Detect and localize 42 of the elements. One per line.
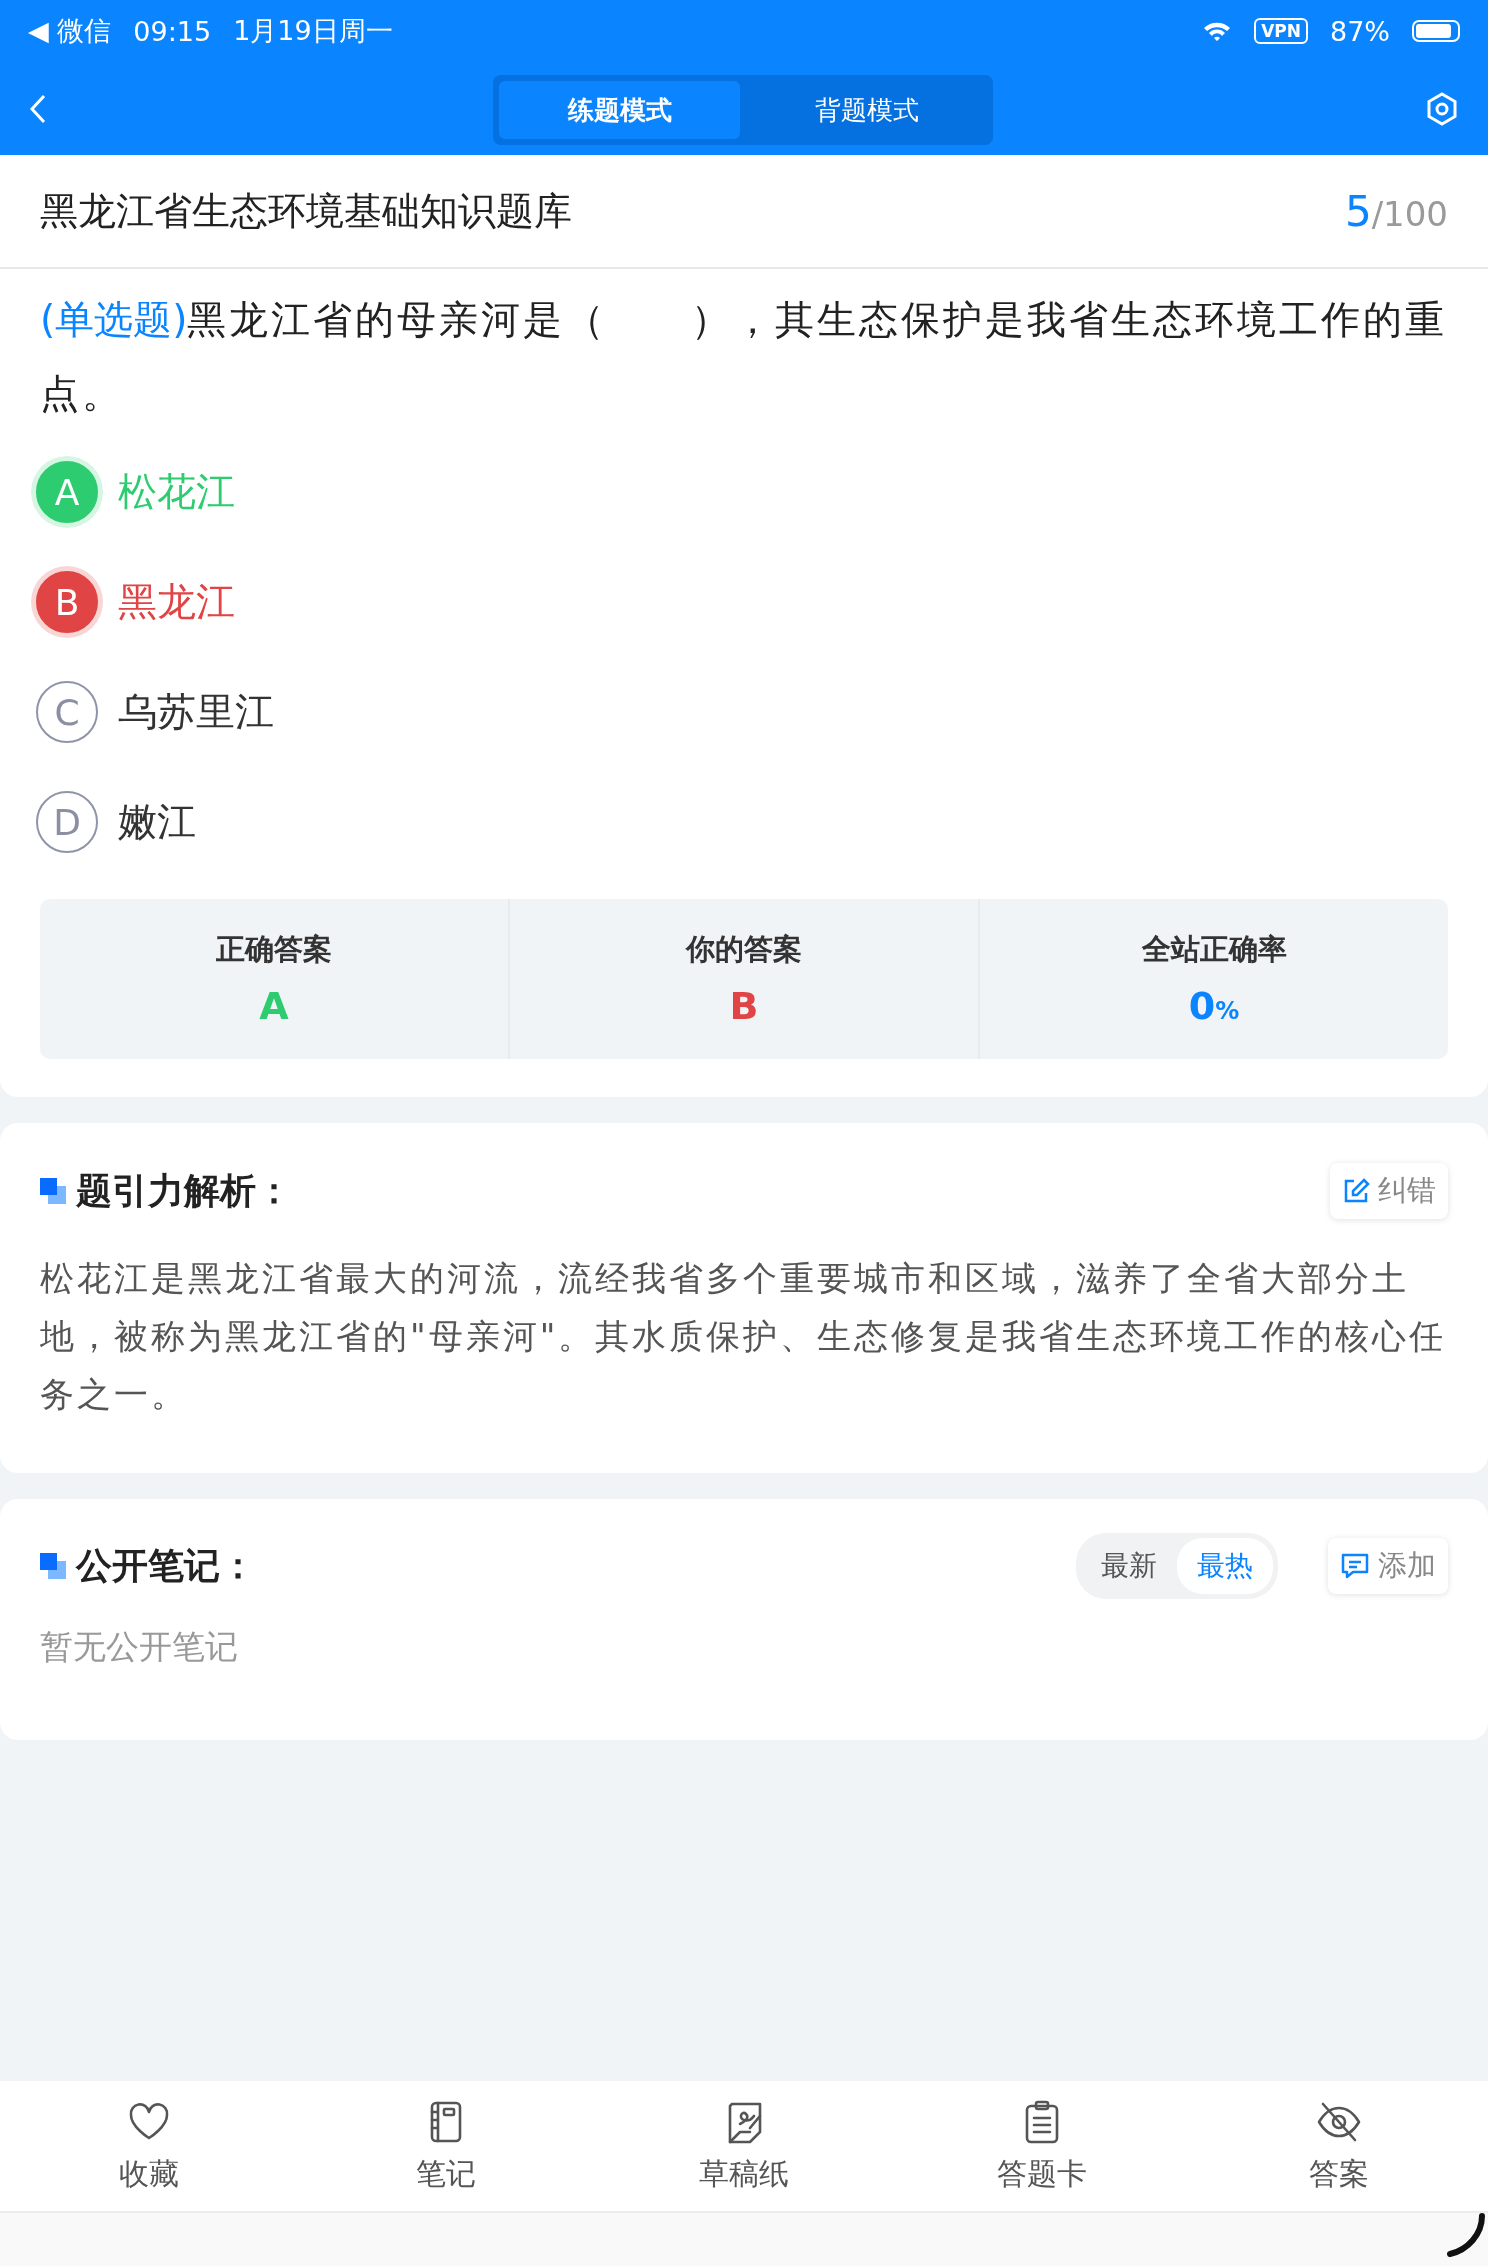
battery-icon [1412, 20, 1460, 42]
screen-corner-icon [1446, 2213, 1486, 2257]
option-text[interactable]: 松花江 [118, 465, 235, 519]
toolbar-button[interactable]: 笔记 [297, 2081, 596, 2211]
time-text: 09:15 [133, 15, 212, 47]
toolbar-button[interactable]: 收藏 [0, 2081, 298, 2211]
stat-value: A [259, 984, 289, 1028]
section-marker-icon [40, 1178, 66, 1204]
stat-label: 全站正确率 [1141, 931, 1287, 968]
option-letter-badge[interactable]: C [36, 681, 98, 743]
report-error-button[interactable]: 纠错 [1330, 1163, 1448, 1219]
analysis-text: 松花江是黑龙江省最大的河流，流经我省多个重要城市和区域，滋养了全省大部分土地，被称为黑龙江省的"母亲河"。其水质保护、生态修复是我省生态环境工作的核心任务之一。 [40, 1257, 1448, 1416]
option-text[interactable]: 嫩江 [118, 795, 196, 849]
stat-label: 你的答案 [686, 931, 802, 968]
sort-option[interactable]: 最新 [1081, 1538, 1177, 1594]
section-heading: 题引力解析： [76, 1168, 292, 1213]
mode-tab[interactable]: 背题模式 [746, 81, 987, 139]
comment-icon [1340, 1552, 1370, 1580]
progress-counter: 5/100 [1344, 186, 1448, 236]
option-text[interactable]: 乌苏里江 [118, 685, 274, 739]
add-note-button[interactable]: 添加 [1328, 1538, 1448, 1594]
battery-percent: 87% [1330, 15, 1390, 47]
sort-option[interactable]: 最热 [1177, 1538, 1273, 1594]
mode-tab[interactable]: 练题模式 [499, 81, 740, 139]
back-to-app-link[interactable]: ◀ 微信 [28, 13, 112, 49]
edit-icon [1342, 1177, 1370, 1205]
toolbar-button[interactable]: 答题卡 [892, 2081, 1191, 2211]
stat-label: 正确答案 [216, 931, 332, 968]
toolbar-button[interactable]: 草稿纸 [595, 2081, 893, 2211]
question-text: (单选题)黑龙江省的母亲河是（ ），其生态保护是我省生态环境工作的重点。 [39, 296, 1449, 418]
option-letter-badge[interactable]: D [36, 791, 98, 853]
section-heading: 公开笔记： [76, 1543, 256, 1588]
stat-value: 0% [1188, 984, 1240, 1028]
section-marker-icon [40, 1553, 66, 1579]
back-icon[interactable] [28, 92, 48, 125]
vpn-badge: VPN [1254, 18, 1308, 44]
stat-value: B [729, 984, 759, 1028]
option-text[interactable]: 黑龙江 [118, 575, 235, 629]
toolbar-button[interactable]: 答案 [1190, 2081, 1488, 2211]
date-text: 1月19日周一 [233, 14, 393, 48]
question-bank-title: 黑龙江省生态环境基础知识题库 [40, 187, 572, 235]
empty-notes-text: 暂无公开笔记 [40, 1626, 239, 1668]
